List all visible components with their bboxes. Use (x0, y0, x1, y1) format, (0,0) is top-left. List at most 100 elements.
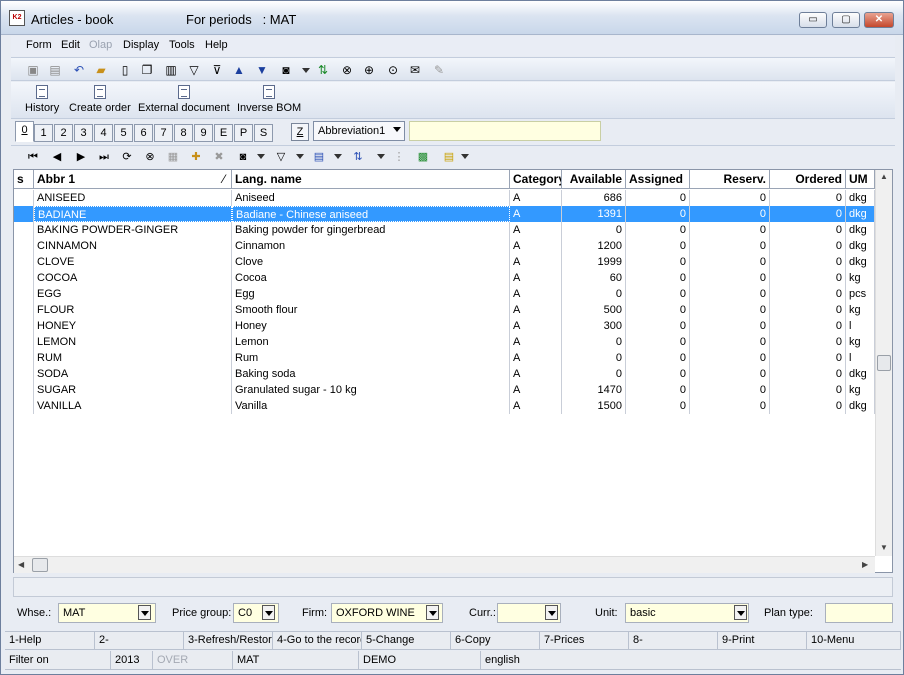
first-record-icon[interactable]: ⏮ (25, 149, 41, 165)
sort-green-icon[interactable]: ⇅ (315, 62, 331, 78)
cell-reserv[interactable]: 0 (690, 286, 770, 302)
col-header-s[interactable]: s (14, 170, 34, 189)
menu-edit[interactable]: Edit (61, 39, 80, 51)
delete-record-icon[interactable]: ✖ (211, 149, 227, 165)
cell-abbr1[interactable]: HONEY (34, 318, 232, 334)
tab-p[interactable]: P (234, 124, 253, 142)
cell-lang-name[interactable]: Lemon (232, 334, 510, 350)
filter-icon[interactable]: ▽ (273, 149, 289, 165)
cell-available[interactable]: 1999 (562, 254, 626, 270)
cell-category[interactable]: A (510, 190, 562, 206)
cell-available[interactable]: 0 (562, 366, 626, 382)
cell-ordered[interactable]: 0 (770, 222, 846, 238)
cell-um[interactable]: kg (846, 334, 875, 350)
cell-um[interactable]: dkg (846, 190, 875, 206)
cell-available[interactable]: 60 (562, 270, 626, 286)
cell-um[interactable]: kg (846, 302, 875, 318)
tab-8[interactable]: 8 (174, 124, 193, 142)
cell-abbr1[interactable]: FLOUR (34, 302, 232, 318)
cell-s[interactable] (14, 366, 34, 382)
cell-abbr1[interactable]: LEMON (34, 334, 232, 350)
cell-um[interactable]: l (846, 350, 875, 366)
cell-s[interactable] (14, 190, 34, 206)
abbreviation-select[interactable]: Abbreviation1 (313, 121, 405, 141)
cell-lang-name[interactable]: Smooth flour (232, 302, 510, 318)
table-row[interactable]: SODA Baking soda A 0 0 0 0 dkg (14, 366, 875, 382)
cell-assigned[interactable]: 0 (626, 366, 690, 382)
columns-dropdown-icon[interactable] (334, 154, 342, 159)
firm-dropdown-button[interactable] (426, 605, 439, 620)
cell-um[interactable]: dkg (846, 254, 875, 270)
cell-reserv[interactable]: 0 (690, 254, 770, 270)
cell-available[interactable]: 686 (562, 190, 626, 206)
z-filter-button[interactable]: Z (291, 123, 309, 141)
cell-reserv[interactable]: 0 (690, 190, 770, 206)
col-header-assigned[interactable]: Assigned (626, 170, 690, 189)
maximize-button[interactable]: ▢ (832, 12, 860, 28)
cell-reserv[interactable]: 0 (690, 350, 770, 366)
cell-s[interactable] (14, 270, 34, 286)
cell-reserv[interactable]: 0 (690, 382, 770, 398)
cell-um[interactable]: dkg (846, 238, 875, 254)
cell-assigned[interactable]: 0 (626, 206, 690, 222)
cell-um[interactable]: dkg (846, 222, 875, 238)
cell-available[interactable]: 0 (562, 350, 626, 366)
col-header-category[interactable]: Category (510, 170, 562, 189)
external-document-button[interactable]: External document (138, 85, 230, 114)
cell-reserv[interactable]: 0 (690, 270, 770, 286)
inverse-bom-button[interactable]: Inverse BOM (237, 85, 301, 114)
cell-ordered[interactable]: 0 (770, 238, 846, 254)
fkey-menu[interactable]: 10-Menu (807, 632, 901, 649)
cell-category[interactable]: A (510, 286, 562, 302)
new-document-icon[interactable]: ▯ (117, 62, 133, 78)
minimize-button[interactable]: ▭ (799, 12, 827, 28)
create-order-button[interactable]: Create order (69, 85, 131, 114)
menu-olap[interactable]: Olap (89, 39, 112, 51)
cell-abbr1[interactable]: RUM (34, 350, 232, 366)
cell-abbr1[interactable]: EGG (34, 286, 232, 302)
camera-dropdown-icon[interactable] (302, 68, 310, 73)
edit-disabled-icon[interactable]: ✎ (431, 62, 447, 78)
cell-available[interactable]: 0 (562, 334, 626, 350)
cell-ordered[interactable]: 0 (770, 398, 846, 414)
cell-um[interactable]: dkg (846, 206, 875, 222)
table-row[interactable]: SUGAR Granulated sugar - 10 kg A 1470 0 0 0 kg (14, 382, 875, 398)
cell-ordered[interactable]: 0 (770, 206, 846, 222)
report-dropdown-icon[interactable] (461, 154, 469, 159)
sort-az-icon[interactable]: ⇅ (350, 149, 366, 165)
cell-lang-name[interactable]: Egg (232, 286, 510, 302)
cell-s[interactable] (14, 398, 34, 414)
cell-reserv[interactable]: 0 (690, 334, 770, 350)
cell-lang-name[interactable]: Aniseed (232, 190, 510, 206)
unit-dropdown-button[interactable] (734, 605, 747, 620)
last-record-icon[interactable]: ⏭ (96, 149, 112, 165)
cell-lang-name[interactable]: Baking powder for gingerbread (232, 222, 510, 238)
find-replace-icon[interactable]: ⊙ (385, 62, 401, 78)
cell-um[interactable]: dkg (846, 366, 875, 382)
cell-um[interactable]: dkg (846, 398, 875, 414)
cell-reserv[interactable]: 0 (690, 318, 770, 334)
cell-assigned[interactable]: 0 (626, 270, 690, 286)
cell-assigned[interactable]: 0 (626, 302, 690, 318)
columns-icon[interactable]: ▤ (311, 149, 327, 165)
cell-reserv[interactable]: 0 (690, 206, 770, 222)
vertical-scrollbar[interactable]: ▲ ▼ (875, 170, 892, 556)
col-header-lang-name[interactable]: Lang. name (232, 170, 510, 189)
cell-available[interactable]: 500 (562, 302, 626, 318)
sort-dropdown-icon[interactable] (377, 154, 385, 159)
cell-assigned[interactable]: 0 (626, 318, 690, 334)
cell-abbr1[interactable]: CINNAMON (34, 238, 232, 254)
fkey-change[interactable]: 5-Change (362, 632, 451, 649)
tab-9[interactable]: 9 (194, 124, 213, 142)
filter-document-icon[interactable]: ⊽ (209, 62, 225, 78)
cell-s[interactable] (14, 350, 34, 366)
mail-icon[interactable]: ✉ (407, 62, 423, 78)
cell-s[interactable] (14, 334, 34, 350)
previous-record-icon[interactable]: ◀ (49, 149, 65, 165)
cell-available[interactable]: 1470 (562, 382, 626, 398)
cell-ordered[interactable]: 0 (770, 254, 846, 270)
arrow-down-icon[interactable]: ▼ (254, 62, 270, 78)
copy-icon[interactable]: ❐ (139, 62, 155, 78)
table-row[interactable]: CLOVE Clove A 1999 0 0 0 dkg (14, 254, 875, 270)
scroll-left-icon[interactable]: ◀ (18, 560, 24, 569)
